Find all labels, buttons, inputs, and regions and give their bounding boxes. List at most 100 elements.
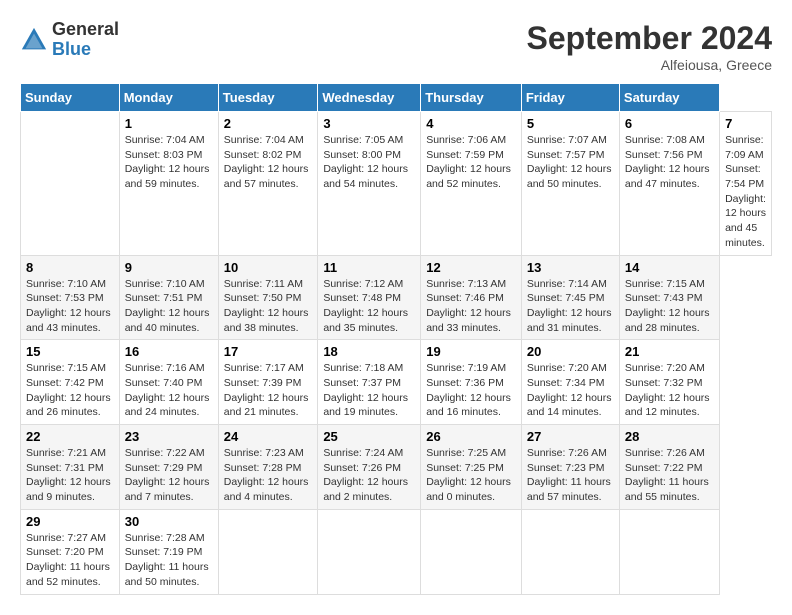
day-number: 19 — [426, 344, 516, 359]
day-info: Sunrise: 7:05 AMSunset: 8:00 PMDaylight:… — [323, 133, 415, 192]
calendar-cell: 5 Sunrise: 7:07 AMSunset: 7:57 PMDaylight… — [521, 112, 619, 256]
calendar-cell — [218, 509, 318, 594]
weekday-header-row: SundayMondayTuesdayWednesdayThursdayFrid… — [21, 84, 772, 112]
calendar-cell: 21Sunrise: 7:20 AMSunset: 7:32 PMDayligh… — [619, 340, 719, 425]
calendar-week-row: 15Sunrise: 7:15 AMSunset: 7:42 PMDayligh… — [21, 340, 772, 425]
location: Alfeiousa, Greece — [527, 57, 772, 73]
day-number: 6 — [625, 116, 714, 131]
day-number: 14 — [625, 260, 714, 275]
calendar-cell — [318, 509, 421, 594]
calendar-cell: 10Sunrise: 7:11 AMSunset: 7:50 PMDayligh… — [218, 255, 318, 340]
day-info: Sunrise: 7:04 AMSunset: 8:02 PMDaylight:… — [224, 133, 313, 192]
calendar-cell: 11Sunrise: 7:12 AMSunset: 7:48 PMDayligh… — [318, 255, 421, 340]
calendar-cell — [21, 112, 120, 256]
day-number: 13 — [527, 260, 614, 275]
day-number: 24 — [224, 429, 313, 444]
month-title: September 2024 — [527, 20, 772, 57]
day-number: 17 — [224, 344, 313, 359]
day-info: Sunrise: 7:27 AMSunset: 7:20 PMDaylight:… — [26, 531, 114, 590]
day-info: Sunrise: 7:13 AMSunset: 7:46 PMDaylight:… — [426, 277, 516, 336]
day-number: 18 — [323, 344, 415, 359]
day-number: 12 — [426, 260, 516, 275]
day-info: Sunrise: 7:26 AMSunset: 7:23 PMDaylight:… — [527, 446, 614, 505]
day-number: 22 — [26, 429, 114, 444]
day-info: Sunrise: 7:08 AMSunset: 7:56 PMDaylight:… — [625, 133, 714, 192]
calendar-cell: 8Sunrise: 7:10 AMSunset: 7:53 PMDaylight… — [21, 255, 120, 340]
logo-blue-text: Blue — [52, 40, 119, 60]
calendar-cell: 20Sunrise: 7:20 AMSunset: 7:34 PMDayligh… — [521, 340, 619, 425]
day-number: 23 — [125, 429, 213, 444]
day-number: 27 — [527, 429, 614, 444]
calendar-cell: 9 Sunrise: 7:10 AMSunset: 7:51 PMDaylight… — [119, 255, 218, 340]
calendar-cell: 22 Sunrise: 7:21 AMSunset: 7:31 PMDayligh… — [21, 425, 120, 510]
calendar-cell: 28 Sunrise: 7:26 AMSunset: 7:22 PMDayligh… — [619, 425, 719, 510]
day-number: 5 — [527, 116, 614, 131]
weekday-header: Thursday — [421, 84, 522, 112]
calendar-week-row: 8Sunrise: 7:10 AMSunset: 7:53 PMDaylight… — [21, 255, 772, 340]
calendar-week-row: 22 Sunrise: 7:21 AMSunset: 7:31 PMDayligh… — [21, 425, 772, 510]
day-number: 30 — [125, 514, 213, 529]
title-area: September 2024 Alfeiousa, Greece — [527, 20, 772, 73]
day-info: Sunrise: 7:10 AMSunset: 7:53 PMDaylight:… — [26, 277, 114, 336]
weekday-header: Tuesday — [218, 84, 318, 112]
calendar-cell: 7 Sunrise: 7:09 AMSunset: 7:54 PMDaylight… — [720, 112, 772, 256]
calendar-cell: 19 Sunrise: 7:19 AMSunset: 7:36 PMDayligh… — [421, 340, 522, 425]
day-info: Sunrise: 7:04 AMSunset: 8:03 PMDaylight:… — [125, 133, 213, 192]
calendar-cell: 18 Sunrise: 7:18 AMSunset: 7:37 PMDayligh… — [318, 340, 421, 425]
day-info: Sunrise: 7:25 AMSunset: 7:25 PMDaylight:… — [426, 446, 516, 505]
weekday-header: Saturday — [619, 84, 719, 112]
day-info: Sunrise: 7:07 AMSunset: 7:57 PMDaylight:… — [527, 133, 614, 192]
calendar-cell: 6 Sunrise: 7:08 AMSunset: 7:56 PMDaylight… — [619, 112, 719, 256]
calendar-cell: 3 Sunrise: 7:05 AMSunset: 8:00 PMDaylight… — [318, 112, 421, 256]
calendar-cell: 1 Sunrise: 7:04 AMSunset: 8:03 PMDaylight… — [119, 112, 218, 256]
day-number: 7 — [725, 116, 766, 131]
day-number: 16 — [125, 344, 213, 359]
day-info: Sunrise: 7:10 AMSunset: 7:51 PMDaylight:… — [125, 277, 213, 336]
calendar-table: SundayMondayTuesdayWednesdayThursdayFrid… — [20, 83, 772, 595]
calendar-cell: 26 Sunrise: 7:25 AMSunset: 7:25 PMDayligh… — [421, 425, 522, 510]
calendar-cell: 4 Sunrise: 7:06 AMSunset: 7:59 PMDaylight… — [421, 112, 522, 256]
day-info: Sunrise: 7:15 AMSunset: 7:43 PMDaylight:… — [625, 277, 714, 336]
calendar-cell: 29 Sunrise: 7:27 AMSunset: 7:20 PMDayligh… — [21, 509, 120, 594]
calendar-week-row: 29 Sunrise: 7:27 AMSunset: 7:20 PMDayligh… — [21, 509, 772, 594]
day-number: 4 — [426, 116, 516, 131]
day-info: Sunrise: 7:19 AMSunset: 7:36 PMDaylight:… — [426, 361, 516, 420]
weekday-header: Sunday — [21, 84, 120, 112]
day-info: Sunrise: 7:18 AMSunset: 7:37 PMDaylight:… — [323, 361, 415, 420]
calendar-cell: 15Sunrise: 7:15 AMSunset: 7:42 PMDayligh… — [21, 340, 120, 425]
day-info: Sunrise: 7:28 AMSunset: 7:19 PMDaylight:… — [125, 531, 213, 590]
calendar-cell: 25 Sunrise: 7:24 AMSunset: 7:26 PMDayligh… — [318, 425, 421, 510]
calendar-cell: 14 Sunrise: 7:15 AMSunset: 7:43 PMDayligh… — [619, 255, 719, 340]
logo-general-text: General — [52, 20, 119, 40]
day-number: 3 — [323, 116, 415, 131]
day-info: Sunrise: 7:21 AMSunset: 7:31 PMDaylight:… — [26, 446, 114, 505]
calendar-cell — [521, 509, 619, 594]
calendar-cell: 17 Sunrise: 7:17 AMSunset: 7:39 PMDayligh… — [218, 340, 318, 425]
weekday-header: Friday — [521, 84, 619, 112]
calendar-cell: 27 Sunrise: 7:26 AMSunset: 7:23 PMDayligh… — [521, 425, 619, 510]
day-info: Sunrise: 7:09 AMSunset: 7:54 PMDaylight:… — [725, 133, 766, 251]
day-info: Sunrise: 7:11 AMSunset: 7:50 PMDaylight:… — [224, 277, 313, 336]
day-info: Sunrise: 7:23 AMSunset: 7:28 PMDaylight:… — [224, 446, 313, 505]
day-number: 28 — [625, 429, 714, 444]
weekday-header: Monday — [119, 84, 218, 112]
day-info: Sunrise: 7:24 AMSunset: 7:26 PMDaylight:… — [323, 446, 415, 505]
day-number: 2 — [224, 116, 313, 131]
weekday-header: Wednesday — [318, 84, 421, 112]
day-number: 29 — [26, 514, 114, 529]
day-number: 1 — [125, 116, 213, 131]
day-info: Sunrise: 7:17 AMSunset: 7:39 PMDaylight:… — [224, 361, 313, 420]
day-number: 25 — [323, 429, 415, 444]
calendar-cell: 12 Sunrise: 7:13 AMSunset: 7:46 PMDayligh… — [421, 255, 522, 340]
calendar-cell: 23Sunrise: 7:22 AMSunset: 7:29 PMDayligh… — [119, 425, 218, 510]
calendar-cell: 13Sunrise: 7:14 AMSunset: 7:45 PMDayligh… — [521, 255, 619, 340]
day-info: Sunrise: 7:20 AMSunset: 7:34 PMDaylight:… — [527, 361, 614, 420]
day-info: Sunrise: 7:06 AMSunset: 7:59 PMDaylight:… — [426, 133, 516, 192]
calendar-cell: 2 Sunrise: 7:04 AMSunset: 8:02 PMDaylight… — [218, 112, 318, 256]
day-number: 15 — [26, 344, 114, 359]
calendar-cell: 16Sunrise: 7:16 AMSunset: 7:40 PMDayligh… — [119, 340, 218, 425]
day-number: 9 — [125, 260, 213, 275]
day-number: 26 — [426, 429, 516, 444]
day-info: Sunrise: 7:26 AMSunset: 7:22 PMDaylight:… — [625, 446, 714, 505]
calendar-cell — [421, 509, 522, 594]
